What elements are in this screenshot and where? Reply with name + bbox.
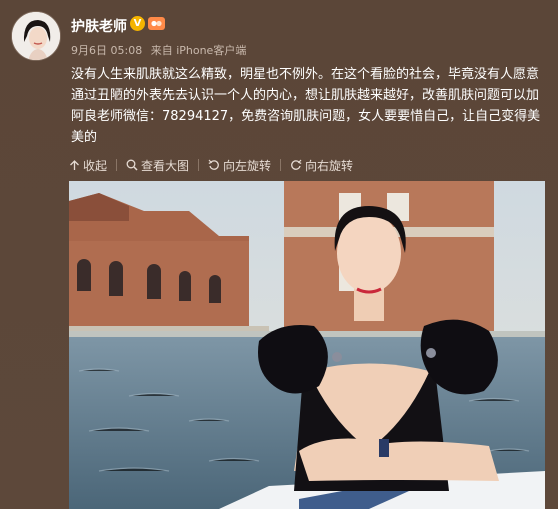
toolbar-divider [280, 159, 282, 171]
post-meta: 9月6日 05:08 来自 iPhone客户端 [71, 42, 251, 58]
rotate-right-icon [291, 159, 302, 170]
collapse-label: 收起 [83, 158, 108, 173]
view-large-label: 查看大图 [141, 158, 190, 173]
verified-badge-icon: V [130, 16, 145, 31]
post-photo-illustration [69, 181, 545, 509]
post-source: 来自 iPhone客户端 [150, 44, 247, 57]
rotate-right-label: 向右旋转 [305, 158, 354, 173]
rotate-left-icon [208, 159, 219, 170]
post-date[interactable]: 9月6日 05:08 [71, 44, 142, 57]
toolbar-divider [198, 159, 200, 171]
collapse-icon [70, 159, 79, 170]
rotate-right-button[interactable]: 向右旋转 [290, 156, 353, 174]
weibo-post-card: 护肤老师 V 9月6日 05:08 来自 iPhone客户端 没有人生来肌肤就这… [0, 0, 558, 509]
toolbar-divider [116, 159, 118, 171]
avatar[interactable] [11, 11, 61, 61]
username[interactable]: 护肤老师 [71, 16, 127, 36]
rotate-left-button[interactable]: 向左旋转 [208, 156, 271, 174]
view-large-button[interactable]: 查看大图 [126, 156, 189, 174]
collapse-button[interactable]: 收起 [69, 156, 107, 174]
zoom-icon [126, 159, 138, 171]
rotate-left-label: 向左旋转 [223, 158, 272, 173]
post-text: 没有人生来肌肤就这么精致，明星也不例外。在这个看脸的社会，毕竟没有人愿意通过丑陋… [71, 67, 541, 145]
post-image[interactable] [69, 181, 545, 509]
image-toolbar: 收起 查看大图 向左旋转 向右旋转 [69, 156, 353, 174]
member-level-icon [148, 17, 165, 30]
